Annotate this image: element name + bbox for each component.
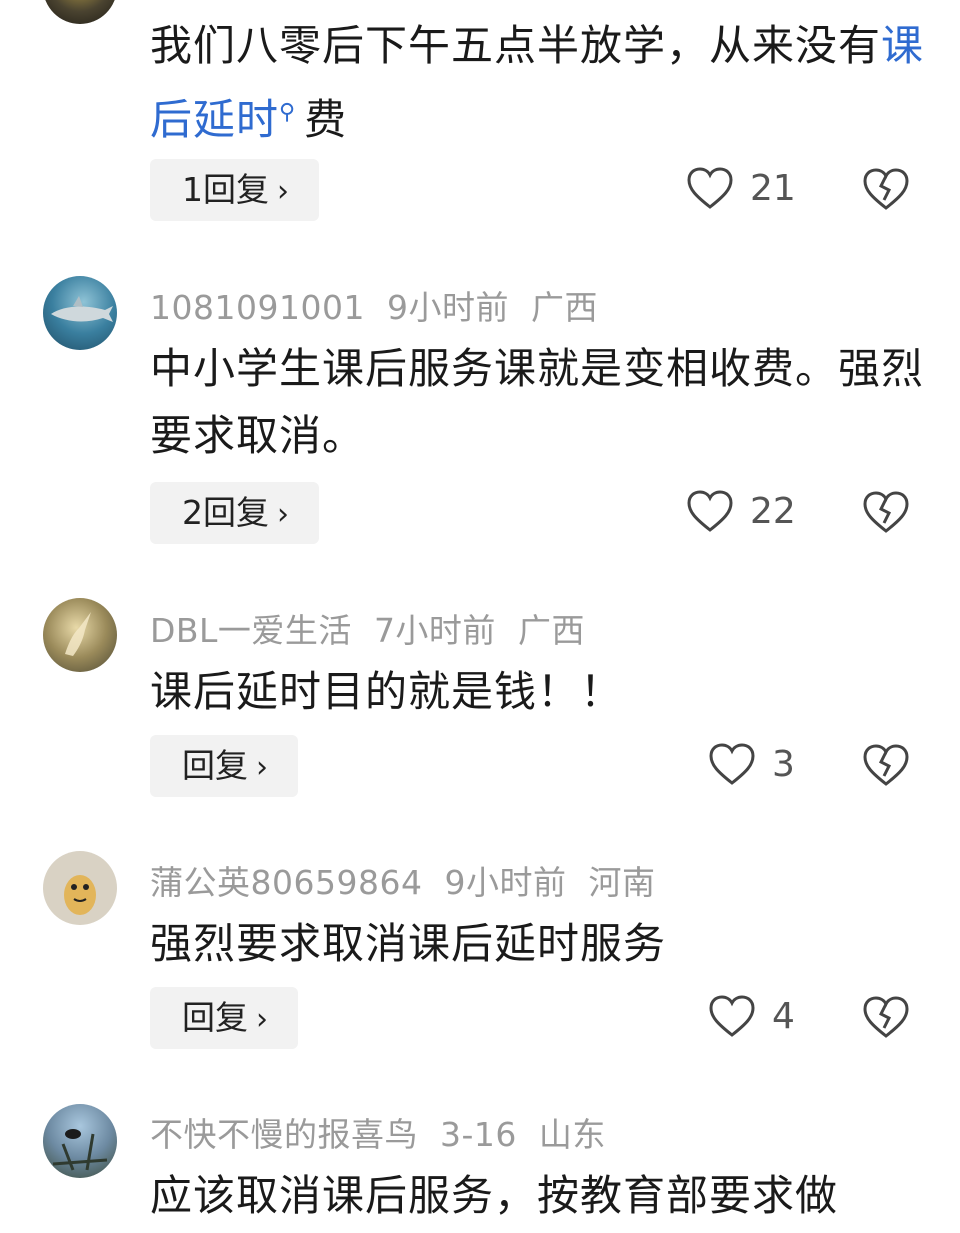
like-button[interactable]: 21 — [686, 157, 796, 219]
reply-label: 1回复 — [182, 170, 269, 209]
comment-text-part: 我们八零后下午五点半放学，从来没有 — [150, 21, 882, 70]
like-button[interactable]: 4 — [708, 985, 795, 1047]
like-count: 22 — [750, 490, 796, 532]
comment-meta: 1081091001 9小时前 广西 — [150, 281, 620, 329]
timestamp: 9小时前 — [386, 288, 509, 327]
comment-text-part: 费 — [304, 95, 348, 144]
chevron-right-icon: › — [256, 1002, 268, 1037]
comment-meta: 不快不慢的报喜鸟 3-16 山东 — [150, 1108, 628, 1156]
broken-heart-icon[interactable] — [862, 167, 910, 211]
timestamp: 3-16 — [440, 1115, 517, 1154]
broken-heart-icon[interactable] — [862, 995, 910, 1039]
avatar[interactable] — [43, 851, 117, 925]
reply-button[interactable]: 回复 › — [150, 735, 298, 797]
reply-label: 回复 — [182, 746, 248, 785]
like-count: 21 — [750, 167, 796, 209]
heart-icon — [687, 167, 733, 209]
heart-icon — [709, 995, 755, 1037]
reply-button[interactable]: 1回复 › — [150, 159, 319, 221]
username[interactable]: 不快不慢的报喜鸟 — [150, 1115, 418, 1154]
comment-text: 我们八零后下午五点半放学，从来没有课后延时⚲ 费 — [150, 12, 940, 153]
region: 山东 — [538, 1115, 606, 1154]
username[interactable]: DBL一爱生活 — [150, 611, 352, 650]
comment-meta: DBL一爱生活 7小时前 广西 — [150, 604, 607, 652]
chevron-right-icon: › — [277, 174, 289, 209]
chevron-right-icon: › — [277, 497, 289, 532]
broken-heart-icon[interactable] — [862, 490, 910, 534]
like-button[interactable]: 3 — [708, 733, 795, 795]
heart-icon — [687, 490, 733, 532]
username[interactable]: 蒲公英80659864 — [150, 863, 422, 902]
reply-button[interactable]: 回复 › — [150, 987, 298, 1049]
region: 河南 — [588, 863, 656, 902]
username[interactable]: 1081091001 — [150, 288, 365, 327]
like-count: 3 — [772, 743, 795, 785]
bird-image — [52, 1129, 108, 1171]
reply-label: 2回复 — [182, 493, 269, 532]
avatar[interactable] — [43, 598, 117, 672]
timestamp: 9小时前 — [444, 863, 567, 902]
region: 广西 — [517, 611, 585, 650]
comment-text: 课后延时目的就是钱！！ — [150, 667, 624, 716]
chevron-right-icon: › — [256, 750, 268, 785]
comment-text: 应该取消课后服务，按教育部要求做 — [150, 1171, 839, 1220]
reply-button[interactable]: 2回复 › — [150, 482, 319, 544]
avatar[interactable] — [43, 1104, 117, 1178]
dancer-image — [65, 612, 91, 656]
region: 广西 — [530, 288, 598, 327]
reply-label: 回复 — [182, 998, 248, 1037]
cartoon-image — [64, 875, 96, 915]
like-count: 4 — [772, 995, 795, 1037]
avatar[interactable] — [43, 276, 117, 350]
comment-meta: 蒲公英80659864 9小时前 河南 — [150, 856, 677, 904]
avatar[interactable] — [43, 0, 117, 24]
comment-text: 强烈要求取消课后延时服务 — [150, 919, 667, 968]
heart-icon — [709, 743, 755, 785]
broken-heart-icon[interactable] — [862, 743, 910, 787]
comment-text: 中小学生课后服务课就是变相收费。强烈要求取消。 — [150, 344, 925, 460]
timestamp: 7小时前 — [373, 611, 496, 650]
shark-image — [51, 296, 113, 322]
like-button[interactable]: 22 — [686, 480, 796, 542]
search-icon[interactable]: ⚲ — [279, 100, 296, 125]
